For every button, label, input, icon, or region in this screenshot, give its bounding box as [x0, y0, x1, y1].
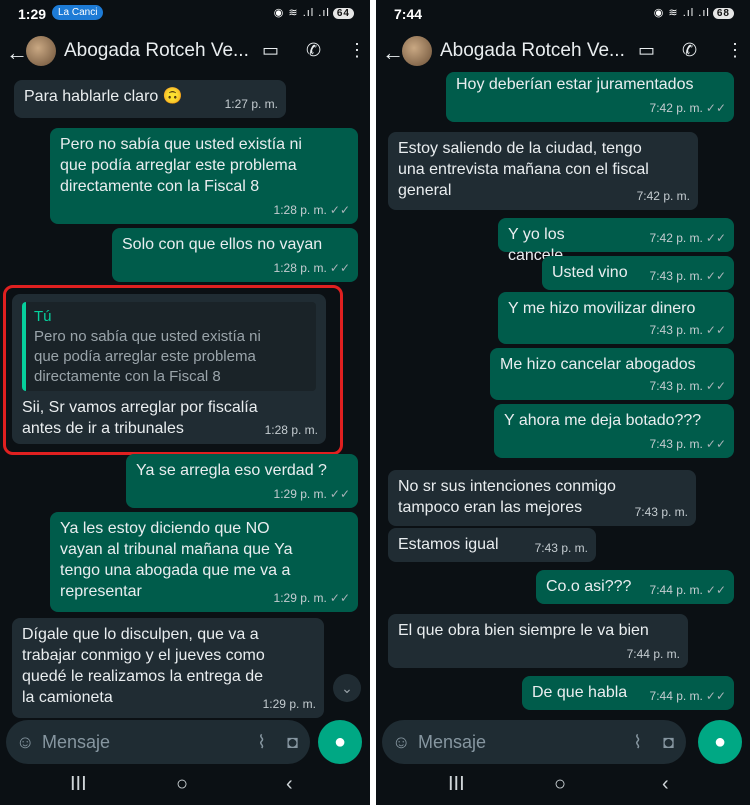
recents-icon[interactable]: III — [70, 773, 87, 796]
phone-call-icon[interactable]: ✆ — [682, 40, 697, 61]
avatar[interactable] — [402, 36, 432, 66]
nav-back-icon[interactable]: ‹ — [662, 773, 669, 796]
double-check-icon: ✓✓ — [705, 101, 726, 115]
message-bubble[interactable]: Y me hizo movilizar dinero 7:43 p. m. ✓✓ — [498, 292, 734, 344]
message-bubble[interactable]: El que obra bien siempre le va bien 7:44… — [388, 614, 688, 668]
message-bubble[interactable]: Usted vino 7:43 p. m. ✓✓ — [542, 256, 734, 290]
status-icons: ◉ ≋ .ıl .ıl 68 — [654, 6, 734, 19]
android-nav-bar: III ○ ‹ — [0, 767, 370, 805]
emoji-icon[interactable]: ☺ — [392, 732, 410, 753]
message-bubble[interactable]: Y yo los cancele 7:42 p. m. ✓✓ — [498, 218, 734, 264]
message-bubble[interactable]: Dígale que lo disculpen, que va a trabaj… — [12, 618, 324, 718]
battery-icon: 64 — [332, 8, 354, 19]
status-icons: ◉ ≋ .ıl .ıl 64 — [274, 6, 354, 19]
attach-icon[interactable]: ⌇ — [257, 732, 266, 753]
status-bar: 1:29 La Canci ◉ ≋ .ıl .ıl 64 — [0, 0, 370, 28]
media-notification: La Canci — [52, 5, 104, 20]
status-time: 1:29 — [18, 6, 47, 22]
message-bubble[interactable]: Solo con que ellos no vayan 1:28 p. m. ✓✓ — [112, 228, 358, 282]
video-call-icon[interactable]: ▭ — [262, 40, 279, 61]
kebab-menu-icon[interactable]: ⋮ — [348, 40, 366, 61]
message-bubble[interactable]: Ya les estoy diciendo que NO vayan al tr… — [50, 512, 358, 612]
message-bubble[interactable]: Ya se arregla eso verdad ? 1:29 p. m. ✓✓ — [126, 454, 358, 508]
microphone-icon[interactable]: ● — [698, 720, 742, 764]
message-bubble[interactable]: Hoy deberían estar juramentados 7:42 p. … — [446, 72, 734, 122]
message-placeholder: Mensaje — [42, 732, 111, 752]
message-input-bar: ☺ Mensaje ⌇ ◘ ● — [376, 718, 750, 766]
status-time: 7:44 — [394, 6, 423, 22]
recents-icon[interactable]: III — [448, 773, 465, 796]
message-bubble[interactable]: No sr sus intenciones conmigo tampoco er… — [388, 470, 696, 526]
message-bubble[interactable]: Co.o asi??? 7:44 p. m. ✓✓ — [536, 570, 734, 604]
left-chat-screen: 1:29 La Canci ◉ ≋ .ıl .ıl 64 ← Abogada Ro… — [0, 0, 370, 805]
back-arrow-icon[interactable]: ← — [382, 40, 404, 66]
double-check-icon: ✓✓ — [705, 583, 726, 597]
avatar[interactable] — [26, 36, 56, 66]
back-arrow-icon[interactable]: ← — [6, 40, 28, 66]
double-check-icon: ✓✓ — [329, 487, 350, 501]
message-input[interactable]: ☺ Mensaje ⌇ ◘ — [6, 720, 310, 764]
home-icon[interactable]: ○ — [176, 773, 188, 796]
message-bubble[interactable]: Estoy saliendo de la ciudad, tengo una e… — [388, 132, 698, 210]
right-chat-screen: 7:44 ◉ ≋ .ıl .ıl 68 ← Abogada Rotceh Ve..… — [376, 0, 750, 805]
message-input-bar: ☺ Mensaje ⌇ ◘ ● — [0, 718, 370, 766]
kebab-menu-icon[interactable]: ⋮ — [726, 40, 744, 61]
double-check-icon: ✓✓ — [705, 269, 726, 283]
message-bubble[interactable]: Y ahora me deja botado??? 7:43 p. m. ✓✓ — [494, 404, 734, 458]
double-check-icon: ✓✓ — [705, 323, 726, 337]
camera-icon[interactable]: ◘ — [663, 732, 674, 753]
nav-back-icon[interactable]: ‹ — [286, 773, 293, 796]
double-check-icon: ✓✓ — [705, 437, 726, 451]
emoji-icon[interactable]: ☺ — [16, 732, 34, 753]
double-check-icon: ✓✓ — [705, 689, 726, 703]
message-bubble[interactable]: Me hizo cancelar abogados 7:43 p. m. ✓✓ — [490, 348, 734, 400]
contact-name[interactable]: Abogada Rotceh Ve... — [440, 40, 625, 62]
double-check-icon: ✓✓ — [705, 231, 726, 245]
double-check-icon: ✓✓ — [329, 591, 350, 605]
attach-icon[interactable]: ⌇ — [633, 732, 642, 753]
scroll-down-icon[interactable]: ⌄ — [333, 674, 361, 702]
message-bubble[interactable]: Estamos igual 7:43 p. m. — [388, 528, 596, 562]
battery-icon: 68 — [712, 8, 734, 19]
message-bubble[interactable]: Para hablarle claro 🙃 1:27 p. m. — [14, 80, 286, 118]
chat-header: ← Abogada Rotceh Ve... ▭ ✆ ⋮ — [0, 28, 370, 80]
double-check-icon: ✓✓ — [705, 379, 726, 393]
message-placeholder: Mensaje — [418, 732, 487, 752]
video-call-icon[interactable]: ▭ — [638, 40, 655, 61]
message-bubble[interactable]: De que habla 7:44 p. m. ✓✓ — [522, 676, 734, 710]
contact-name[interactable]: Abogada Rotceh Ve... — [64, 40, 249, 62]
double-check-icon: ✓✓ — [329, 203, 350, 217]
message-input[interactable]: ☺ Mensaje ⌇ ◘ — [382, 720, 686, 764]
home-icon[interactable]: ○ — [554, 773, 566, 796]
message-bubble[interactable]: Pero no sabía que usted existía ni que p… — [50, 128, 358, 224]
android-nav-bar: III ○ ‹ — [376, 767, 750, 805]
double-check-icon: ✓✓ — [329, 261, 350, 275]
status-bar: 7:44 ◉ ≋ .ıl .ıl 68 — [376, 0, 750, 28]
red-highlight-annotation — [3, 285, 343, 455]
camera-icon[interactable]: ◘ — [287, 732, 298, 753]
microphone-icon[interactable]: ● — [318, 720, 362, 764]
phone-call-icon[interactable]: ✆ — [306, 40, 321, 61]
